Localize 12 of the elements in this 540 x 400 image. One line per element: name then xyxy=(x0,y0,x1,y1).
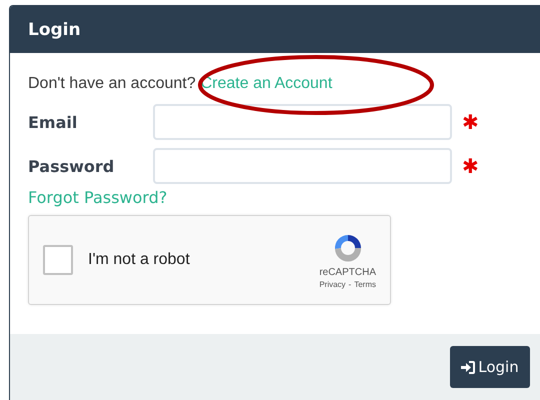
field-label: Email xyxy=(28,112,78,132)
required-mark: ✱ xyxy=(462,154,479,178)
terms-link[interactable]: Terms xyxy=(354,280,376,289)
field-label: Password xyxy=(28,156,116,176)
privacy-link[interactable]: Privacy xyxy=(319,280,346,289)
signup-prompt: Don't have an account? xyxy=(28,75,196,93)
required-mark: ✱ xyxy=(462,110,479,134)
panel-title: Login xyxy=(28,20,81,40)
captcha-label: I'm not a robot xyxy=(88,251,191,269)
separator: - xyxy=(348,280,352,289)
captcha-brand: reCAPTCHA xyxy=(319,267,376,278)
login-button[interactable]: Login xyxy=(450,346,530,388)
